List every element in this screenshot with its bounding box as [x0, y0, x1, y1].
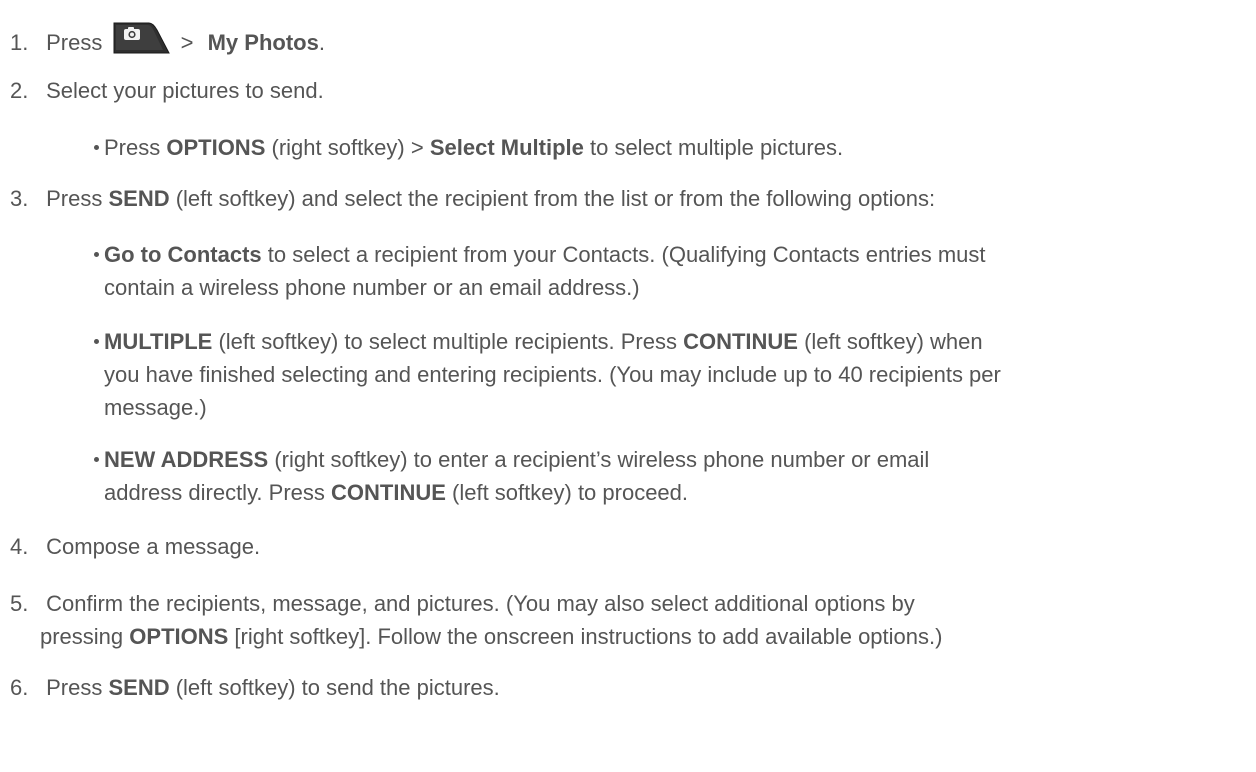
bullet-dot-icon	[94, 339, 99, 344]
step-separator: >	[180, 30, 194, 55]
step-text-end: .	[318, 30, 325, 55]
step-text: Select your pictures to send.	[46, 78, 324, 103]
bullet-item: Press OPTIONS (right softkey) > Select M…	[94, 131, 1244, 164]
step-6: 6. Press SEND (left softkey) to send the…	[10, 675, 500, 700]
bullet-dot-icon	[94, 145, 99, 150]
step-text: Press	[46, 30, 103, 55]
step-5: 5. Confirm the recipients, message, and …	[10, 587, 942, 653]
bullet-item: Go to Contacts to select a recipient fro…	[94, 238, 1244, 304]
step-text: Compose a message.	[46, 534, 261, 559]
step-4: 4. Compose a message.	[10, 533, 260, 561]
bullet-dot-icon	[94, 457, 99, 462]
step-1: 1. Press > My Photos.	[10, 20, 325, 57]
step-number: 6.	[10, 675, 29, 700]
menu-item-my-photos: My Photos	[207, 30, 319, 55]
step-number: 4.	[10, 534, 29, 559]
step-3: 3. Press SEND (left softkey) and select …	[10, 186, 936, 211]
step-number: 2.	[10, 78, 29, 103]
step-2: 2. Select your pictures to send.	[10, 77, 324, 105]
step-number: 1.	[10, 30, 29, 55]
camera-key-icon	[113, 20, 171, 54]
bullet-dot-icon	[94, 252, 99, 257]
bullet-item: MULTIPLE (left softkey) to select multip…	[94, 325, 1244, 424]
step-number: 3.	[10, 186, 29, 211]
bullet-item: NEW ADDRESS (right softkey) to enter a r…	[94, 443, 1244, 509]
step-number: 5.	[10, 591, 29, 616]
